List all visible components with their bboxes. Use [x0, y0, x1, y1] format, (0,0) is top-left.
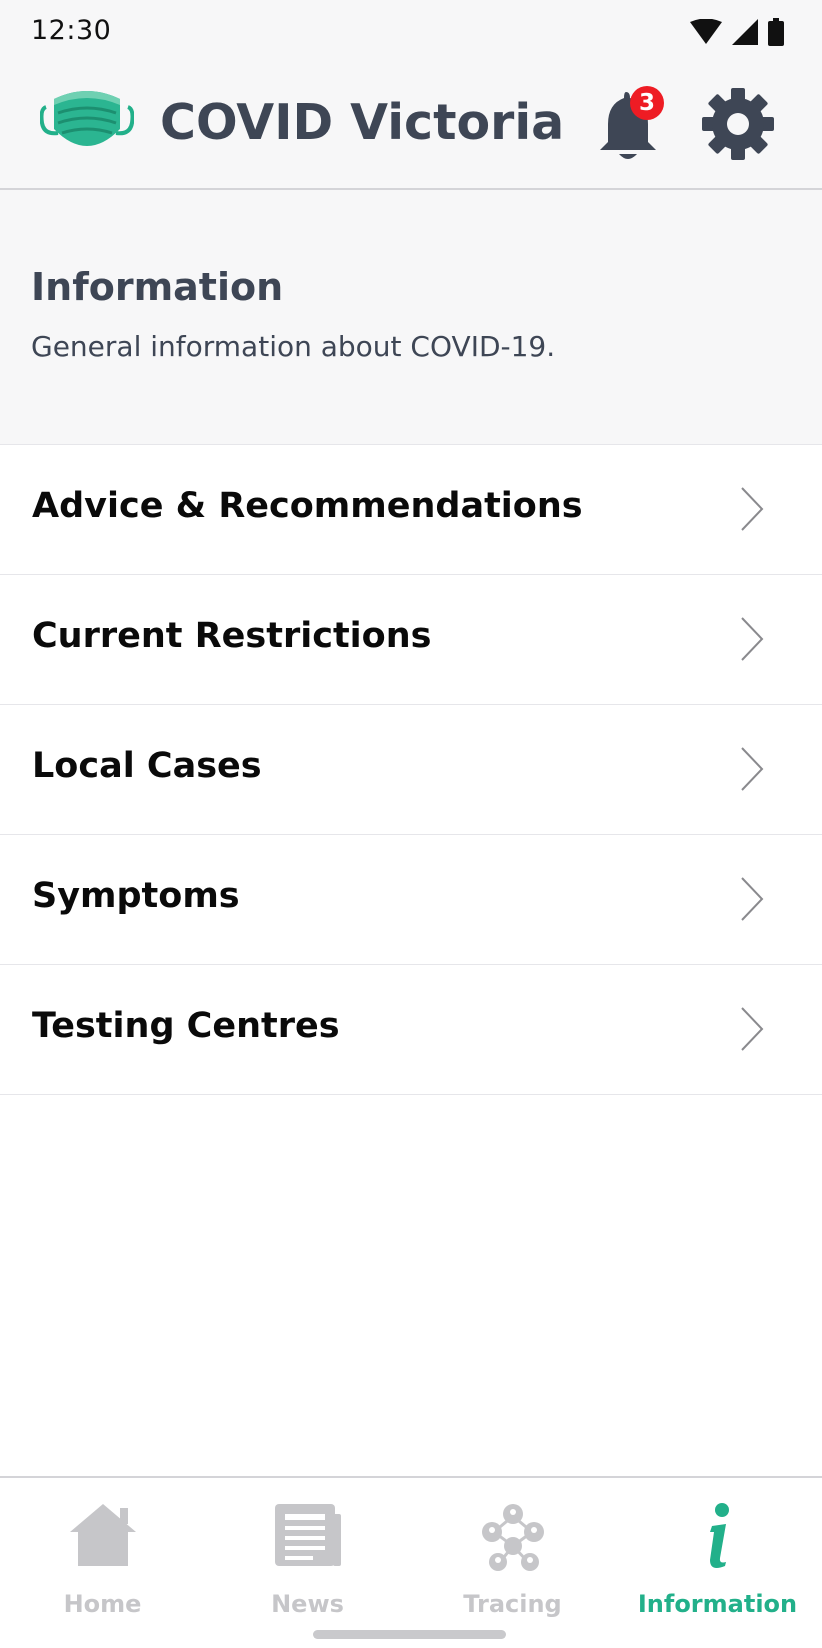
chevron-right-icon [741, 877, 764, 921]
newspaper-icon [274, 1504, 341, 1566]
tab-label: Home [63, 1590, 142, 1618]
notifications-button[interactable]: 3 [596, 84, 666, 164]
menu-item-local-cases[interactable]: Local Cases [0, 705, 822, 835]
chevron-right-icon [741, 1007, 764, 1051]
settings-button[interactable] [700, 86, 776, 162]
menu-item-label: Advice & Recommendations [32, 486, 583, 526]
notification-badge: 3 [630, 86, 664, 120]
home-gesture-bar[interactable] [313, 1630, 506, 1639]
status-time: 12:30 [31, 15, 112, 46]
tab-news[interactable]: News [205, 1478, 410, 1628]
app-title: COVID Victoria [160, 94, 565, 151]
home-icon [69, 1504, 136, 1566]
information-menu-list: Advice & Recommendations Current Restric… [0, 445, 822, 1095]
bottom-tab-bar: Home News Tracing Information [0, 1476, 822, 1648]
menu-item-symptoms[interactable]: Symptoms [0, 835, 822, 965]
chevron-right-icon [741, 487, 764, 531]
tab-label: News [271, 1590, 344, 1618]
cellular-signal-icon [732, 19, 758, 45]
menu-item-label: Local Cases [32, 746, 262, 786]
wifi-icon [690, 19, 722, 44]
menu-item-label: Symptoms [32, 876, 240, 916]
menu-item-testing-centres[interactable]: Testing Centres [0, 965, 822, 1095]
menu-item-advice-recommendations[interactable]: Advice & Recommendations [0, 445, 822, 575]
chevron-right-icon [741, 747, 764, 791]
tab-home[interactable]: Home [0, 1478, 205, 1628]
face-mask-icon [39, 85, 135, 161]
page-subtitle: General information about COVID-19. [31, 330, 556, 363]
status-icons [690, 18, 784, 46]
chevron-right-icon [741, 617, 764, 661]
menu-item-label: Current Restrictions [32, 616, 432, 656]
app-header: COVID Victoria 3 [0, 64, 822, 190]
battery-icon [768, 18, 784, 46]
page-title: Information [31, 265, 284, 309]
section-header: Information General information about CO… [0, 190, 822, 445]
menu-item-current-restrictions[interactable]: Current Restrictions [0, 575, 822, 705]
tab-label: Tracing [463, 1590, 562, 1618]
menu-item-label: Testing Centres [32, 1006, 340, 1046]
info-icon [709, 1503, 729, 1568]
tab-tracing[interactable]: Tracing [410, 1478, 615, 1628]
gear-icon [702, 88, 774, 160]
tracing-network-icon [481, 1504, 544, 1571]
tab-label: Information [637, 1590, 798, 1618]
status-bar: 12:30 [0, 0, 822, 64]
tab-information[interactable]: Information [615, 1478, 820, 1628]
